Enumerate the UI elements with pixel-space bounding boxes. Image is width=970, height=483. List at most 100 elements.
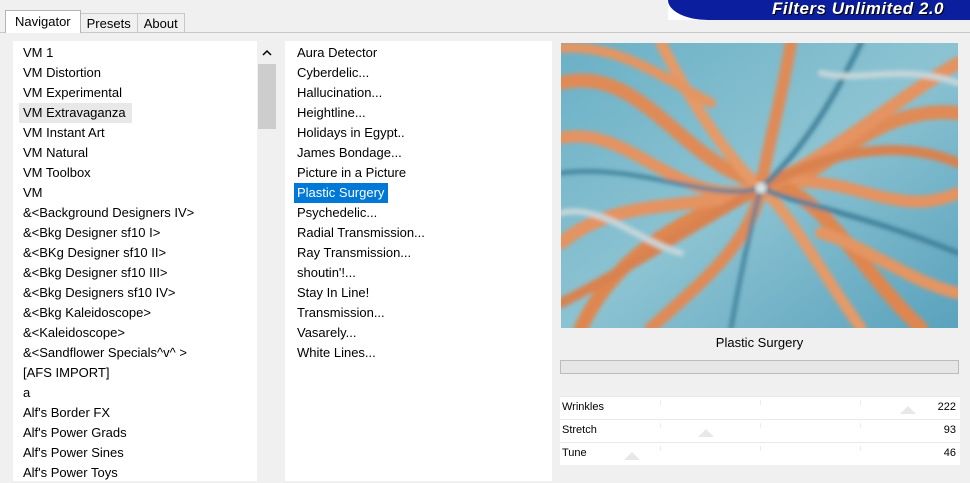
slider-thumb[interactable] (900, 406, 916, 414)
category-label: [AFS IMPORT] (23, 365, 110, 380)
progress-bar (560, 360, 959, 374)
filter-label: Stay In Line! (297, 285, 370, 300)
filter-label: Holidays in Egypt.. (297, 125, 405, 140)
filter-item[interactable]: Psychedelic... (294, 203, 544, 223)
slider-thumb[interactable] (698, 429, 714, 437)
category-item[interactable]: VM (19, 183, 259, 203)
category-item[interactable]: VM Toolbox (19, 163, 259, 183)
tab-presets[interactable]: Presets (79, 13, 138, 33)
slider-tick (760, 446, 761, 451)
filter-item[interactable]: Heightline... (294, 103, 544, 123)
category-item[interactable]: VM Instant Art (19, 123, 259, 143)
filter-label: Hallucination... (297, 85, 383, 100)
filter-label: Heightline... (297, 105, 366, 120)
category-item[interactable]: Alf's Power Grads (19, 423, 259, 443)
filter-label: Plastic Surgery (294, 183, 389, 203)
filter-item[interactable]: Aura Detector (294, 43, 544, 63)
category-label: Alf's Border FX (23, 405, 111, 420)
category-label: &<Bkg Designers sf10 IV> (23, 285, 176, 300)
slider-thumb[interactable] (624, 452, 640, 460)
preview-caption: Plastic Surgery (715, 335, 804, 350)
category-item[interactable]: [AFS IMPORT] (19, 363, 259, 383)
slider-tick (760, 423, 761, 428)
slider-tick (660, 400, 661, 405)
app-banner: Filters Unlimited 2.0 (668, 0, 970, 20)
filter-item[interactable]: Ray Transmission... (294, 243, 544, 263)
category-label: VM Natural (23, 145, 89, 160)
tab-divider (0, 32, 970, 33)
category-item[interactable]: VM Experimental (19, 83, 259, 103)
preview-image[interactable] (561, 43, 958, 328)
filter-item[interactable]: Vasarely... (294, 323, 544, 343)
category-label: VM (23, 185, 43, 200)
filter-item[interactable]: Cyberdelic... (294, 63, 544, 83)
category-item[interactable]: VM Distortion (19, 63, 259, 83)
category-label: Alf's Power Sines (23, 445, 124, 460)
tab-navigator[interactable]: Navigator (5, 10, 81, 33)
slider-value: 93 (943, 424, 956, 436)
chevron-up-icon (262, 49, 272, 56)
slider-label: Wrinkles (562, 401, 604, 413)
slider-tune[interactable]: Tune 46 (560, 442, 960, 465)
tab-about[interactable]: About (136, 13, 185, 33)
category-item[interactable]: &<Sandflower Specials^v^ > (19, 343, 259, 363)
filter-label: White Lines... (297, 345, 376, 360)
category-item[interactable]: &<Bkg Designer sf10 I> (19, 223, 259, 243)
filter-label: Aura Detector (297, 45, 378, 60)
category-scrollbar[interactable] (257, 41, 277, 481)
filter-item[interactable]: Stay In Line! (294, 283, 544, 303)
filter-item[interactable]: James Bondage... (294, 143, 544, 163)
category-label: VM Distortion (23, 65, 102, 80)
slider-tick (660, 423, 661, 428)
category-item[interactable]: &<Bkg Designers sf10 IV> (19, 283, 259, 303)
slider-tick (860, 400, 861, 405)
filter-list-panel: Aura Detector Cyberdelic... Hallucination.… (285, 41, 552, 481)
category-item[interactable]: VM Extravaganza (19, 103, 259, 123)
category-item[interactable]: Alf's Power Toys (19, 463, 259, 483)
category-label: VM Extravaganza (19, 103, 132, 123)
filter-label: Ray Transmission... (297, 245, 412, 260)
scroll-thumb[interactable] (258, 64, 276, 129)
filter-item[interactable]: Plastic Surgery (294, 183, 544, 203)
scroll-up-button[interactable] (257, 41, 277, 63)
category-item[interactable]: &<Bkg Kaleidoscope> (19, 303, 259, 323)
category-item[interactable]: &<Bkg Designer sf10 III> (19, 263, 259, 283)
category-item[interactable]: VM 1 (19, 43, 259, 63)
category-item[interactable]: &<BKg Designer sf10 II> (19, 243, 259, 263)
filter-item[interactable]: shoutin'!... (294, 263, 544, 283)
category-label: &<BKg Designer sf10 II> (23, 245, 167, 260)
filter-item[interactable]: Picture in a Picture (294, 163, 544, 183)
category-item[interactable]: Alf's Power Sines (19, 443, 259, 463)
category-label: &<Sandflower Specials^v^ > (23, 345, 187, 360)
slider-tick (760, 400, 761, 405)
slider-label: Tune (562, 447, 587, 459)
slider-tick (660, 446, 661, 451)
parameter-sliders: Wrinkles 222 Stretch 93 Tune 46 (560, 396, 960, 465)
category-list-panel: VM 1 VM Distortion VM Experimental VM Extra… (13, 41, 277, 481)
filter-label: Radial Transmission... (297, 225, 425, 240)
category-item[interactable]: a (19, 383, 259, 403)
category-label: &<Bkg Kaleidoscope> (23, 305, 151, 320)
category-item[interactable]: Alf's Border FX (19, 403, 259, 423)
slider-tick (860, 446, 861, 451)
category-label: VM 1 (23, 45, 54, 60)
category-label: &<Bkg Designer sf10 III> (23, 265, 168, 280)
filter-label: Vasarely... (297, 325, 357, 340)
filter-item[interactable]: Hallucination... (294, 83, 544, 103)
category-label: &<Kaleidoscope> (23, 325, 125, 340)
filter-item[interactable]: Transmission... (294, 303, 544, 323)
filter-item[interactable]: Radial Transmission... (294, 223, 544, 243)
category-label: VM Instant Art (23, 125, 105, 140)
slider-stretch[interactable]: Stretch 93 (560, 419, 960, 442)
filter-item[interactable]: White Lines... (294, 343, 544, 363)
category-label: &<Bkg Designer sf10 I> (23, 225, 161, 240)
category-item[interactable]: &<Background Designers IV> (19, 203, 259, 223)
category-label: Alf's Power Toys (23, 465, 118, 480)
category-item[interactable]: VM Natural (19, 143, 259, 163)
slider-wrinkles[interactable]: Wrinkles 222 (560, 396, 960, 419)
category-label: VM Experimental (23, 85, 122, 100)
slider-tick (860, 423, 861, 428)
category-item[interactable]: &<Kaleidoscope> (19, 323, 259, 343)
filter-label: Psychedelic... (297, 205, 378, 220)
filter-item[interactable]: Holidays in Egypt.. (294, 123, 544, 143)
